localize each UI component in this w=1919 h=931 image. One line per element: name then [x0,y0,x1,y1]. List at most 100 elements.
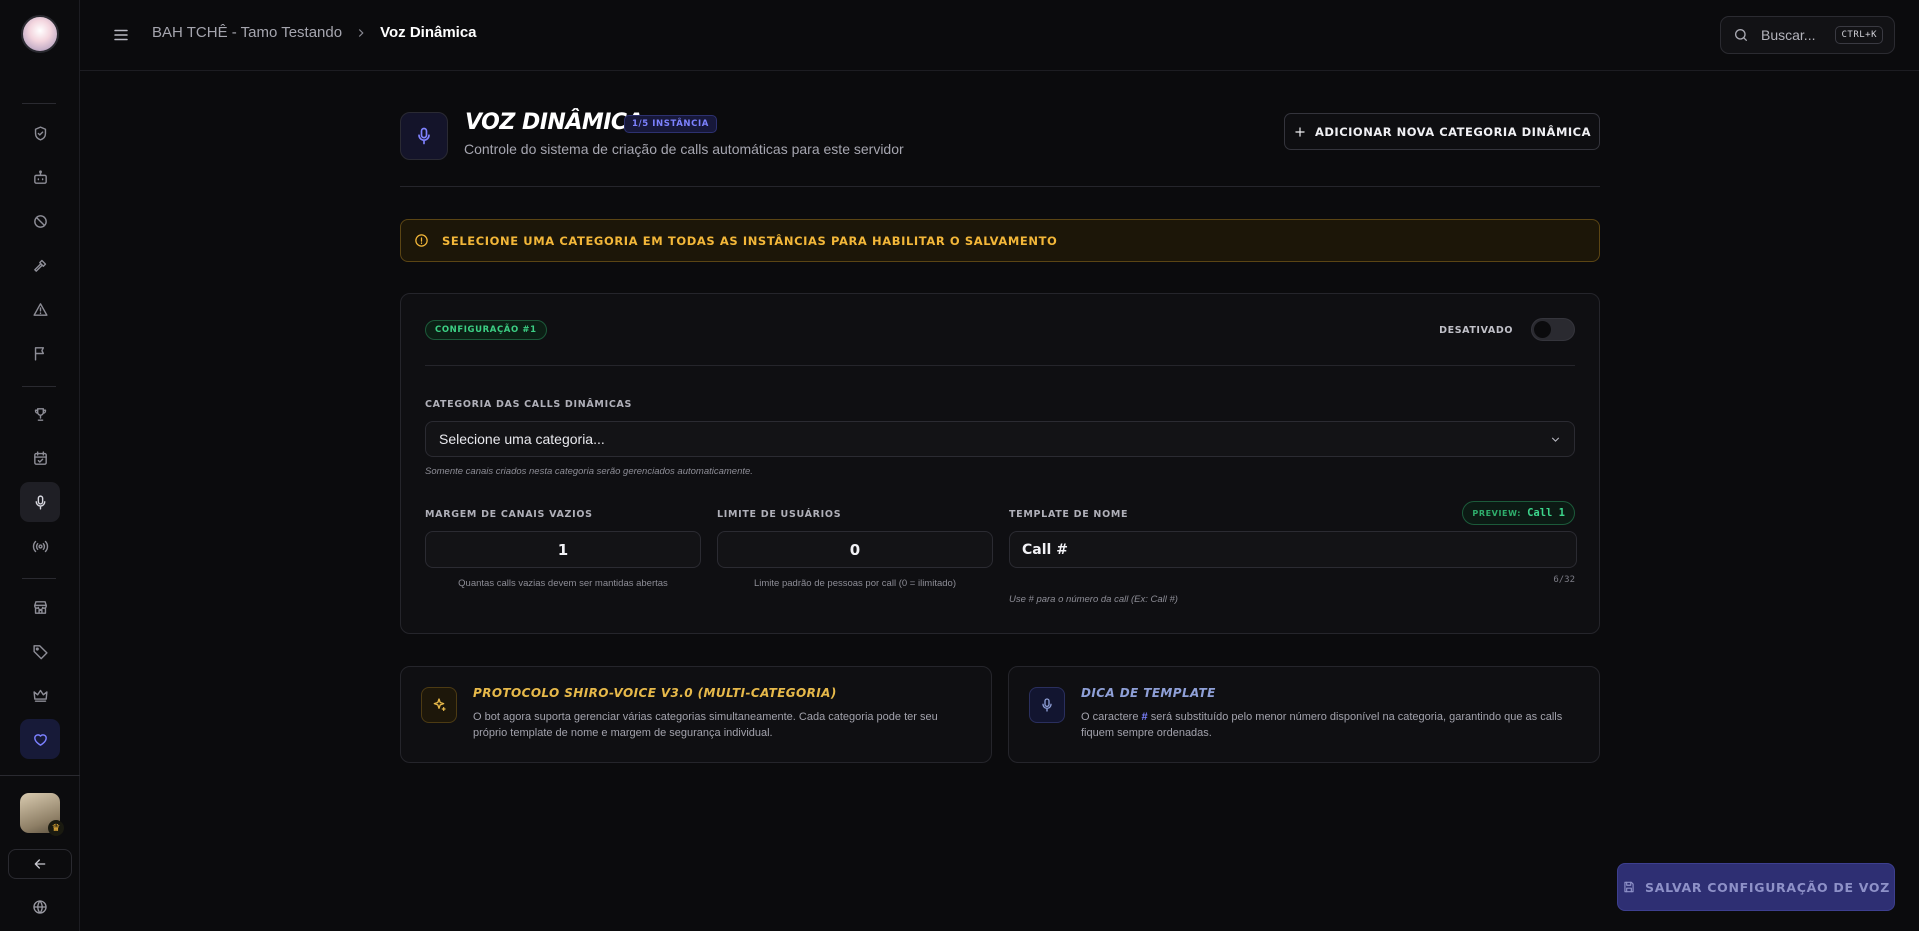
sidebar-item-bans[interactable] [20,201,60,241]
save-config-button[interactable]: SALVAR CONFIGURAÇÃO DE VOZ [1617,863,1895,911]
search-box[interactable]: Buscar... CTRL+K [1720,16,1895,54]
sparkles-icon [433,698,446,711]
sidebar-item-store[interactable] [20,587,60,627]
search-placeholder: Buscar... [1761,27,1816,43]
category-label: CATEGORIA DAS CALLS DINÂMICAS [425,399,633,410]
hammer-icon [33,259,46,272]
margin-hint: Quantas calls vazias devem ser mantidas … [458,578,668,589]
search-shortcut: CTRL+K [1835,26,1883,44]
protocol-info-card: PROTOCOLO SHIRO-VOICE V3.0 (MULTI-CATEGO… [400,666,992,763]
add-category-button[interactable]: ADICIONAR NOVA CATEGORIA DINÂMICA [1284,113,1600,150]
sidebar-item-premium[interactable] [20,675,60,715]
menu-toggle-button[interactable] [112,26,130,44]
crown-icon [32,689,48,702]
toggle-status-label: DESATIVADO [1439,325,1513,336]
protocol-text: O bot agora suporta gerenciar várias cat… [473,711,938,739]
sidebar: ♛ [0,0,80,931]
margin-input[interactable]: 1 [425,531,701,568]
save-config-label: SALVAR CONFIGURAÇÃO DE VOZ [1645,879,1890,895]
back-button[interactable] [8,849,72,879]
margin-label: MARGEM DE CANAIS VAZIOS [425,509,593,520]
sparkles-icon-box [421,687,457,723]
crown-badge-icon: ♛ [48,820,64,836]
header-divider [400,186,1600,187]
sidebar-item-broadcast[interactable] [20,526,60,566]
ban-icon [33,214,47,228]
mic-icon [418,127,430,145]
bot-logo-avatar[interactable] [21,15,59,53]
sidebar-item-automod[interactable] [20,157,60,197]
add-category-label: ADICIONAR NOVA CATEGORIA DINÂMICA [1314,124,1592,139]
tip-text: O caractere # será substituído pelo meno… [1081,709,1575,741]
alert-circle-icon [415,234,428,247]
sidebar-item-events[interactable] [20,438,60,478]
instance-badge: 1/5 INSTÂNCIA [624,115,717,133]
limit-input[interactable]: 0 [717,531,993,568]
sidebar-item-dynamic-voice[interactable] [20,482,60,522]
template-tip-card: DICA DE TEMPLATE O caractere # será subs… [1008,666,1600,763]
globe-icon [33,900,47,914]
calendar-check-icon [33,450,47,465]
sidebar-item-ranking[interactable] [20,394,60,434]
template-label: TEMPLATE DE NOME [1009,509,1129,520]
save-icon [1624,881,1634,893]
config-badge: CONFIGURAÇÃO #1 [425,320,547,340]
preview-label: PREVIEW: [1472,508,1522,518]
tag-icon [32,644,48,659]
heart-icon [33,733,47,746]
page-icon [400,112,448,160]
sidebar-divider [0,775,80,776]
trophy-icon [34,407,46,421]
mic-icon-box [1029,687,1065,723]
config-card: CONFIGURAÇÃO #1 DESATIVADO CATEGORIA DAS… [400,293,1600,634]
mic-icon [1042,698,1052,712]
bot-icon [33,169,47,184]
language-button[interactable] [28,895,52,919]
plus-icon [1295,126,1305,137]
page-subtitle: Controle do sistema de criação de calls … [464,141,904,157]
category-select-value: Selecione uma categoria... [439,431,605,447]
sidebar-item-moderation[interactable] [20,245,60,285]
sidebar-divider [22,386,56,387]
alert-text: SELECIONE UMA CATEGORIA EM TODAS AS INST… [442,233,1058,248]
limit-label: LIMITE DE USUÁRIOS [717,509,842,520]
card-divider [425,365,1575,366]
template-hint: Use # para o número da call (Ex: Call #) [1009,594,1178,605]
radio-icon [32,540,48,552]
tip-title: DICA DE TEMPLATE [1081,686,1216,700]
flag-icon [34,346,44,361]
breadcrumb-current: Voz Dinâmica [380,24,477,41]
chevron-down-icon [1551,437,1560,442]
tip-text-after: será substituído pelo menor número dispo… [1081,711,1563,739]
alert-triangle-icon [32,302,48,316]
arrow-left-icon [34,859,46,869]
tip-text-before: O caractere [1081,711,1142,723]
mic-icon [35,494,45,510]
protocol-title: PROTOCOLO SHIRO-VOICE V3.0 (MULTI-CATEGO… [473,686,837,700]
sidebar-item-reports[interactable] [20,333,60,373]
breadcrumb: BAH TCHÊ - Tamo Testando Voz Dinâmica [152,24,477,41]
page-title: VOZ DINÂMICA [465,110,644,135]
category-select[interactable]: Selecione uma categoria... [425,421,1575,457]
sidebar-item-support[interactable] [20,719,60,759]
toggle-knob [1534,321,1551,338]
store-icon [33,600,47,614]
sidebar-item-tags[interactable] [20,631,60,671]
template-preview: PREVIEW: Call 1 [1462,501,1575,525]
preview-value: Call 1 [1527,507,1565,519]
sidebar-item-security[interactable] [20,113,60,153]
hamburger-icon [114,29,128,41]
category-hint: Somente canais criados nesta categoria s… [425,466,753,477]
shield-check-icon [34,125,46,141]
sidebar-divider [22,103,56,104]
sidebar-item-warnings[interactable] [20,289,60,329]
sidebar-divider [22,578,56,579]
template-char-counter: 6/32 [1553,575,1575,585]
template-input[interactable]: Call # [1009,531,1577,568]
breadcrumb-server[interactable]: BAH TCHÊ - Tamo Testando [152,24,342,41]
chevron-right-icon [358,28,364,37]
warning-alert: SELECIONE UMA CATEGORIA EM TODAS AS INST… [400,219,1600,262]
enable-toggle[interactable] [1531,318,1575,341]
search-icon [1735,29,1747,41]
top-bar: BAH TCHÊ - Tamo Testando Voz Dinâmica Bu… [80,0,1919,71]
